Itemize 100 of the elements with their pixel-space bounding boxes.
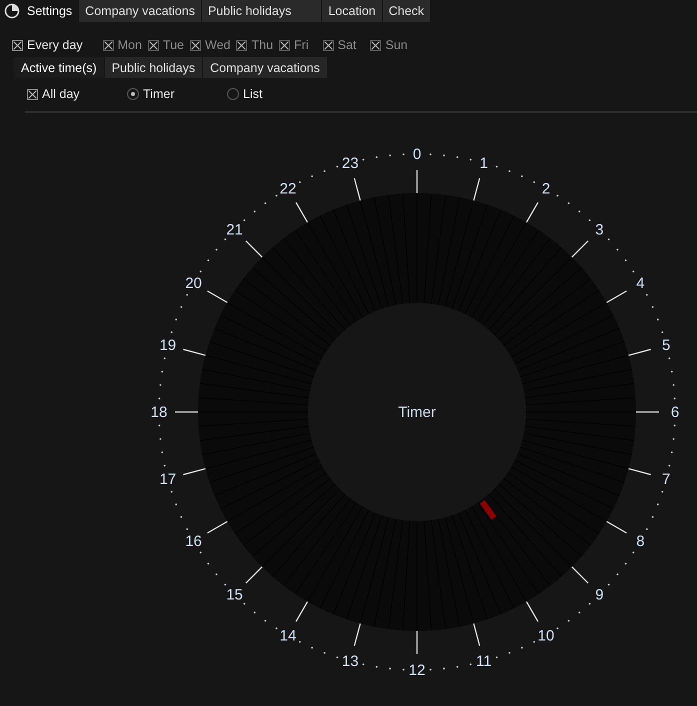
hour-label: 11 — [476, 653, 492, 670]
tab[interactable]: Public holidays — [104, 57, 202, 78]
minute-dot — [186, 294, 188, 296]
hour-tick — [295, 202, 308, 223]
minute-dot — [670, 451, 673, 454]
hour-label: 9 — [595, 586, 604, 604]
minute-dot — [661, 490, 664, 493]
hour-label: 2 — [542, 180, 550, 198]
checkbox[interactable] — [27, 88, 38, 100]
minute-dot — [470, 158, 472, 161]
minute-dot — [588, 219, 591, 222]
minute-dot — [243, 219, 246, 222]
minute-dot — [161, 370, 164, 373]
hour-tick — [245, 566, 263, 584]
hour-label: 22 — [280, 180, 296, 198]
tab[interactable]: Check — [382, 0, 430, 22]
hour-label: 18 — [150, 404, 168, 421]
option-label: Timer — [143, 87, 174, 101]
hour-tick — [526, 202, 539, 223]
minute-dot — [164, 357, 166, 360]
hour-tick — [628, 348, 651, 356]
pie-chart-icon — [4, 3, 20, 19]
minute-dot — [164, 464, 166, 467]
minute-dot — [362, 158, 364, 161]
checkbox-label: Fri — [294, 38, 309, 52]
hour-label: 21 — [226, 222, 243, 239]
minute-dot — [608, 584, 610, 586]
hour-label: 20 — [185, 275, 202, 292]
center-label: Timer — [398, 404, 436, 421]
hour-tick — [473, 178, 480, 201]
tab[interactable]: Active time(s) — [14, 57, 104, 78]
hour-label: 4 — [636, 275, 645, 292]
minute-dot — [670, 370, 673, 373]
hour-tick — [571, 240, 589, 258]
minute-dot — [207, 259, 210, 262]
minute-dot — [668, 464, 670, 467]
minute-dot — [243, 602, 246, 605]
minute-dot — [362, 663, 364, 666]
radio-button[interactable] — [227, 88, 239, 100]
tab[interactable]: Public holidays — [202, 0, 322, 22]
radio-button[interactable] — [127, 88, 139, 100]
minute-dot — [496, 656, 498, 658]
hour-tick — [526, 601, 539, 622]
hour-label: 16 — [185, 533, 202, 550]
minute-dot — [668, 357, 670, 360]
hour-label: 19 — [159, 337, 176, 354]
hour-tick — [183, 468, 206, 476]
minute-dot — [224, 238, 226, 240]
minute-dot — [170, 331, 173, 334]
hour-label: 6 — [670, 404, 680, 421]
minute-dot — [376, 666, 378, 668]
minute-dot — [170, 490, 173, 493]
minute-dot — [298, 181, 301, 184]
hour-tick — [606, 520, 627, 534]
tab[interactable]: Company vacations — [79, 0, 201, 22]
hour-label: 8 — [636, 533, 645, 550]
minute-dot — [608, 238, 610, 240]
tab[interactable]: Settings — [25, 0, 78, 22]
minute-dot — [496, 166, 498, 168]
hour-label: 7 — [662, 470, 670, 488]
minute-dot — [568, 620, 570, 622]
hour-tick — [416, 631, 418, 654]
minute-dot — [224, 584, 226, 586]
minute-dot — [624, 259, 627, 262]
tab[interactable]: Location — [322, 0, 382, 22]
hour-label: 17 — [159, 470, 176, 488]
minute-dot — [264, 202, 266, 204]
tab[interactable]: Company vacations — [203, 57, 327, 78]
minute-dot — [456, 666, 458, 668]
minute-dot — [186, 528, 188, 530]
minute-dot — [588, 602, 591, 605]
minute-dot — [336, 166, 338, 168]
minute-dot — [456, 156, 458, 158]
hour-tick — [606, 290, 627, 304]
hour-tick — [636, 411, 659, 413]
checkbox-label: Thu — [251, 38, 274, 52]
checkbox-label: Every day — [27, 38, 83, 52]
hour-tick — [416, 170, 418, 193]
minute-dot — [533, 640, 536, 643]
hour-tick — [245, 240, 263, 258]
hour-label: 3 — [595, 222, 604, 239]
hour-tick — [183, 348, 206, 356]
minute-dot — [624, 562, 627, 565]
hour-tick — [571, 566, 589, 584]
hour-tick — [295, 601, 308, 622]
hour-label: 12 — [408, 662, 426, 679]
minute-dot — [661, 331, 664, 334]
minute-dot — [646, 294, 648, 296]
minute-dot — [376, 156, 378, 158]
hour-tick — [207, 290, 228, 304]
minute-dot — [336, 656, 338, 658]
checkbox[interactable] — [12, 40, 23, 50]
minute-dot — [264, 620, 266, 622]
hour-tick — [354, 623, 361, 646]
hour-label: 15 — [226, 586, 243, 604]
minute-dot — [646, 528, 648, 530]
option-label: List — [243, 87, 262, 101]
time-marker — [480, 500, 496, 520]
minute-dot — [470, 663, 472, 666]
hour-tick — [354, 178, 361, 201]
